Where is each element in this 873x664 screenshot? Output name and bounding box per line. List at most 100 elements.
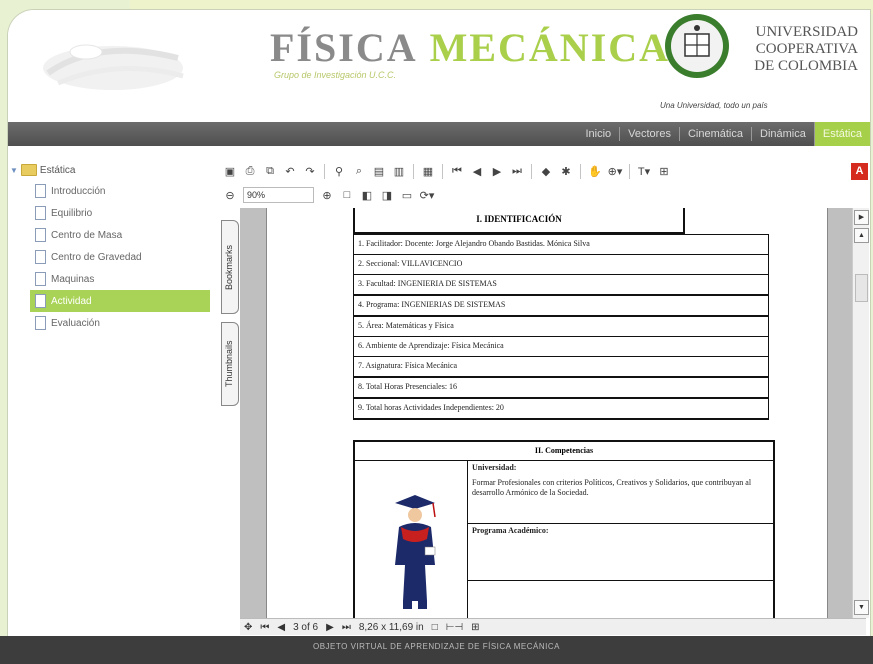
university-seal-logo <box>665 14 729 78</box>
competencies-heading: II. Competencias <box>355 442 773 461</box>
nav-vectores[interactable]: Vectores <box>619 127 679 141</box>
document-area[interactable]: I. IDENTIFICACIÓN 1. Facilitador: Docent… <box>240 208 852 618</box>
page-size-label: 8,26 x 11,69 in <box>358 621 424 633</box>
sidebar-item-centro-de-gravedad[interactable]: Centro de Gravedad <box>30 246 210 268</box>
toolbar-separator <box>580 163 581 179</box>
page-icon <box>35 250 46 264</box>
university-line-1: UNIVERSIDAD <box>755 24 859 40</box>
tree-root-estatica[interactable]: ▼ Estática <box>10 164 76 176</box>
sidebar-item-label: Equilibrio <box>51 207 93 219</box>
next-page-icon[interactable]: ▶ <box>326 622 334 633</box>
expand-triangle-icon[interactable]: ▼ <box>10 166 18 175</box>
print-icon[interactable]: ⎙ <box>242 163 258 179</box>
move-icon[interactable]: ✥ <box>244 622 252 633</box>
pdf-status-bar: ✥ ⏮ ◀ 3 of 6 ▶ ⏭ 8,26 x 11,69 in □ ⊢⊣ ⊞ <box>240 618 866 635</box>
tree-root-label: Estática <box>39 164 76 176</box>
page-icon <box>35 206 46 220</box>
university-text: Formar Profesionales con criterios Polít… <box>472 478 752 497</box>
sidebar-item-maquinas[interactable]: Maquinas <box>30 268 210 290</box>
university-tagline: Una Universidad, todo un país <box>660 101 768 110</box>
text-select-icon[interactable]: T▾ <box>636 163 652 179</box>
single-page-icon[interactable]: □ <box>432 622 438 633</box>
sidebar-item-introduccion[interactable]: Introducción <box>30 180 210 202</box>
previous-page-icon[interactable]: ◀ <box>277 622 285 633</box>
zoom-select[interactable]: 90% <box>243 187 314 203</box>
university-line-3: DE COLOMBIA <box>754 58 858 74</box>
scroll-thumb[interactable] <box>855 274 868 302</box>
competencies-table: II. Competencias Universidad: Formar Pro… <box>353 440 775 618</box>
nav-inicio[interactable]: Inicio <box>577 127 619 141</box>
last-page-icon[interactable]: ⏭ <box>509 163 525 179</box>
copy-icon[interactable]: ⧉ <box>262 163 278 179</box>
page-thumb-alt-icon[interactable]: ▥ <box>391 163 407 179</box>
forward-view-icon[interactable]: ✱ <box>558 163 574 179</box>
scroll-right-icon[interactable]: ▶ <box>854 210 869 225</box>
table-row: 7. Asignatura: Física Mecánica <box>353 357 769 378</box>
next-page-icon[interactable]: ▶ <box>489 163 505 179</box>
scroll-down-icon[interactable]: ▼ <box>854 600 869 615</box>
hand-tool-icon[interactable]: ✋ <box>587 163 603 179</box>
zoom-in-icon[interactable]: ⊕ <box>319 187 335 203</box>
tree-list: Introducción Equilibrio Centro de Masa C… <box>30 180 210 334</box>
university-label: Universidad: <box>472 463 517 472</box>
decorative-swirl-logo <box>43 44 184 90</box>
nav-cinematica[interactable]: Cinemática <box>678 127 751 141</box>
continuous-icon[interactable]: ⊢⊣ <box>446 622 463 633</box>
page-thumb-icon[interactable]: ▤ <box>371 163 387 179</box>
pdf-page: I. IDENTIFICACIÓN 1. Facilitador: Docent… <box>266 208 828 618</box>
tab-thumbnails[interactable]: Thumbnails <box>221 322 239 406</box>
tab-bookmarks[interactable]: Bookmarks <box>221 220 239 314</box>
identification-table: 1. Facilitador: Docente: Jorge Alejandro… <box>353 234 769 420</box>
actual-size-icon[interactable]: □ <box>339 187 355 203</box>
pdf-toolbar-main: ▣ ⎙ ⧉ ↶ ↷ ⚲ ⌕ ▤ ▥ ▦ ⏮ ◀ ▶ ⏭ ◆ ✱ ✋ ⊕▾ T▾ … <box>220 160 868 182</box>
university-name: UNIVERSIDAD COOPERATIVA DE COLOMBIA <box>743 24 858 75</box>
search-icon[interactable]: ⌕ <box>351 163 367 179</box>
facing-icon[interactable]: ⊞ <box>471 622 479 633</box>
competencies-content: Universidad: Formar Profesionales con cr… <box>468 461 773 618</box>
graduate-figure-icon <box>395 495 436 609</box>
scroll-up-icon[interactable]: ▲ <box>854 228 869 243</box>
adobe-logo-icon[interactable]: A <box>851 163 868 180</box>
sidebar-item-label: Maquinas <box>51 273 95 285</box>
footer-text: OBJETO VIRTUAL DE APRENDIZAJE DE FÍSICA … <box>312 642 560 651</box>
sidebar-item-label: Evaluación <box>51 317 100 329</box>
sidebar-item-equilibrio[interactable]: Equilibrio <box>30 202 210 224</box>
pdf-viewer: ▣ ⎙ ⧉ ↶ ↷ ⚲ ⌕ ▤ ▥ ▦ ⏮ ◀ ▶ ⏭ ◆ ✱ ✋ ⊕▾ T▾ … <box>220 158 869 636</box>
back-view-icon[interactable]: ◆ <box>538 163 554 179</box>
fit-page-icon[interactable]: ◧ <box>359 187 375 203</box>
vertical-scrollbar[interactable]: ▶ ▲ ▼ <box>852 208 869 618</box>
undo-icon[interactable]: ↶ <box>282 163 298 179</box>
fit-width-icon[interactable]: ◨ <box>379 187 395 203</box>
first-page-icon[interactable]: ⏮ <box>449 163 465 179</box>
page-number-field[interactable]: 3 of 6 <box>293 622 318 633</box>
table-row: 3. Facultad: INGENIERIA DE SISTEMAS <box>353 275 769 296</box>
redo-icon[interactable]: ↷ <box>302 163 318 179</box>
sidebar-item-centro-de-masa[interactable]: Centro de Masa <box>30 224 210 246</box>
find-icon[interactable]: ⚲ <box>331 163 347 179</box>
table-row: 4. Programa: INGENIERIAS DE SISTEMAS <box>353 296 769 317</box>
table-row: 2. Seccional: VILLAVICENCIO <box>353 255 769 275</box>
zoom-out-icon[interactable]: ⊖ <box>222 187 238 203</box>
save-icon[interactable]: ▣ <box>222 163 238 179</box>
navigation-tabs: Bookmarks Thumbnails <box>220 216 239 636</box>
rotate-view-icon[interactable]: ⟳▾ <box>419 187 435 203</box>
folder-icon <box>20 164 37 176</box>
previous-page-icon[interactable]: ◀ <box>469 163 485 179</box>
zoom-tool-icon[interactable]: ⊕▾ <box>607 163 623 179</box>
main-nav: Inicio Vectores Cinemática Dinámica Está… <box>8 122 870 146</box>
toolbar-separator <box>629 163 630 179</box>
snapshot-icon[interactable]: ⊞ <box>656 163 672 179</box>
page-frame: FÍSICA MECÁNICA Grupo de Investigación U.… <box>8 10 870 662</box>
full-screen-icon[interactable]: ▦ <box>420 163 436 179</box>
first-page-icon[interactable]: ⏮ <box>260 622 269 633</box>
sidebar-item-evaluacion[interactable]: Evaluación <box>30 312 210 334</box>
nav-dinamica[interactable]: Dinámica <box>751 127 814 141</box>
site-title-part1: FÍSICA <box>270 25 418 70</box>
program-label: Programa Académico: <box>472 526 549 535</box>
last-page-icon[interactable]: ⏭ <box>342 622 351 633</box>
page-icon <box>35 184 46 198</box>
sidebar-item-actividad[interactable]: Actividad <box>30 290 210 312</box>
nav-estatica[interactable]: Estática <box>813 122 870 146</box>
table-row: 1. Facilitador: Docente: Jorge Alejandro… <box>353 234 769 255</box>
fit-visible-icon[interactable]: ▭ <box>399 187 415 203</box>
